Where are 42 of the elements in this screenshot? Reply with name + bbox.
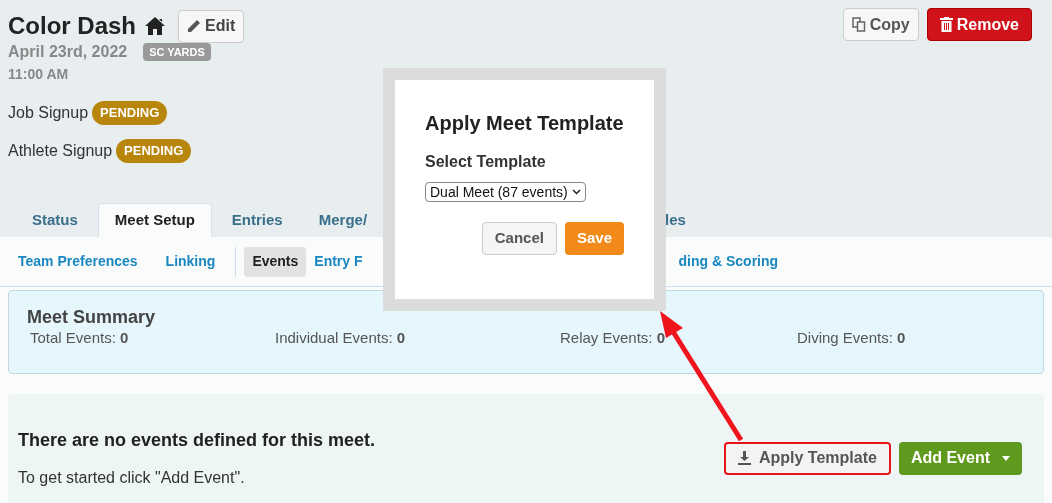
tab[interactable]: Merge/ [302, 203, 384, 237]
subtab[interactable]: Events [244, 246, 307, 277]
copy-icon [851, 17, 866, 32]
home-icon [144, 16, 166, 36]
status-badge: PENDING [116, 139, 192, 163]
chevron-icon [571, 189, 581, 195]
cancel-button[interactable]: Cancel [481, 222, 557, 255]
summary-stat: Total Events: 0 [30, 328, 130, 348]
tab[interactable]: Status [16, 203, 94, 237]
course-badge: SC YARDS [143, 42, 211, 62]
empty-heading: There are no events defined for this meet. [18, 428, 376, 452]
download-icon [737, 451, 751, 465]
subtab[interactable]: Linking [165, 246, 216, 277]
meet-time: 11:00 AM [8, 65, 69, 84]
trash-icon [939, 17, 953, 32]
summary-title: Meet Summary [27, 307, 156, 327]
meet-title: Color Dash [8, 11, 136, 41]
edit-button[interactable]: Edit [178, 9, 245, 43]
template-select[interactable]: Dual Meet (87 events) [425, 182, 586, 202]
summary-stat: Relay Events: 0 [560, 328, 667, 348]
remove-button[interactable]: Remove [926, 8, 1032, 41]
tab[interactable]: Meet Setup [97, 203, 212, 237]
add-event-button[interactable]: Add Event [898, 441, 1022, 475]
dialog-title: Apply Meet Template [425, 111, 624, 136]
empty-hint: To get started click "Add Event". [18, 467, 246, 488]
copy-button[interactable]: Copy [842, 8, 919, 41]
save-button[interactable]: Save [564, 222, 624, 255]
caret-icon [1002, 455, 1010, 461]
apply-template-button[interactable]: Apply Template [723, 441, 891, 475]
summary-stat: Individual Events: 0 [275, 328, 407, 348]
meet-date: April 23rd, 2022 [8, 42, 128, 62]
field-label: Select Template [425, 152, 546, 172]
signup-label: Athlete Signup [8, 141, 113, 161]
subtab[interactable]: Entry F [314, 246, 363, 277]
pencil-icon [187, 19, 201, 33]
status-badge: PENDING [92, 101, 168, 125]
tab[interactable]: Entries [215, 203, 299, 237]
summary-stat: Diving Events: 0 [797, 328, 907, 348]
tab[interactable]: les [649, 203, 702, 237]
subtab[interactable]: ding & Scoring [678, 246, 779, 277]
signup-label: Job Signup [8, 103, 89, 123]
subtab[interactable]: Team Preferences [18, 246, 138, 277]
